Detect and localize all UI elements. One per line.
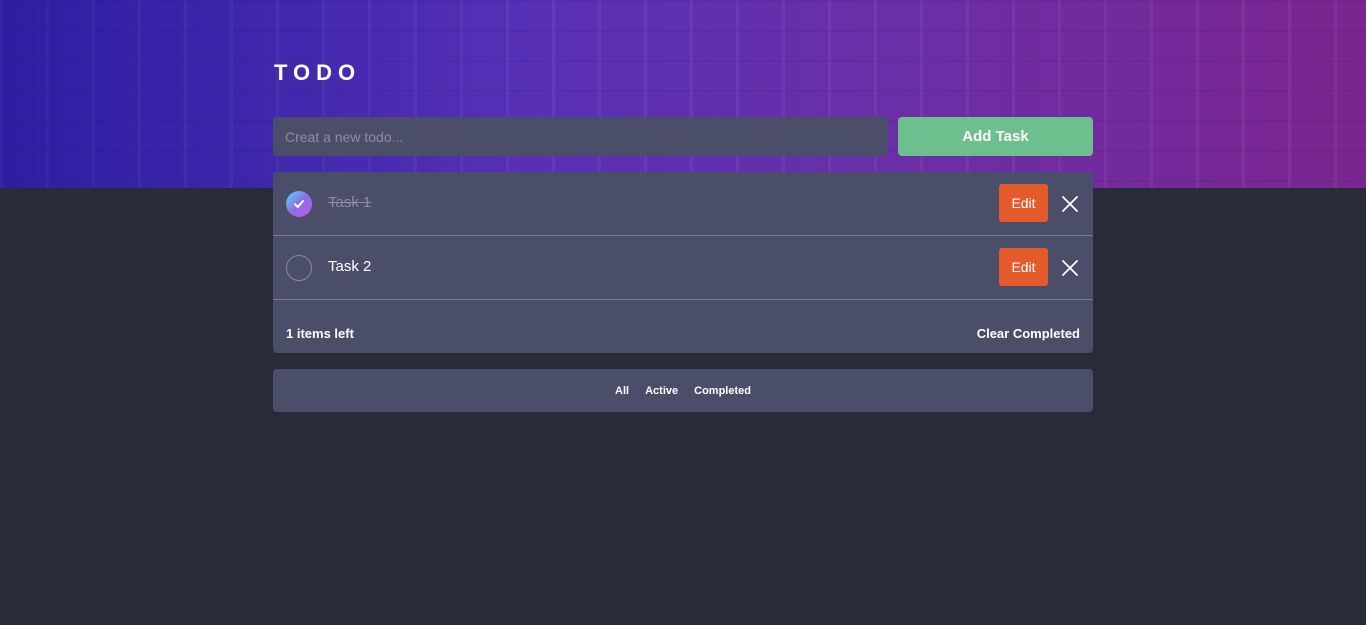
delete-button[interactable]: [1060, 258, 1080, 278]
items-left-count: 1 items left: [286, 326, 354, 341]
close-icon: [1062, 196, 1078, 212]
close-icon: [1062, 260, 1078, 276]
header-background-shade: [0, 0, 560, 188]
todo-list: Task 1 Edit Task 2 Edit 1 items left Cle…: [273, 172, 1093, 353]
todo-checkbox[interactable]: [286, 191, 312, 217]
page-title: TODO: [274, 60, 362, 85]
filter-completed[interactable]: Completed: [694, 385, 751, 397]
edit-button[interactable]: Edit: [999, 248, 1048, 286]
delete-button[interactable]: [1060, 194, 1080, 214]
todo-item: Task 1 Edit: [273, 172, 1093, 236]
header-background: [0, 0, 1366, 188]
filter-active[interactable]: Active: [645, 385, 678, 397]
filter-bar: All Active Completed: [273, 369, 1093, 412]
filter-all[interactable]: All: [615, 385, 629, 397]
todo-checkbox[interactable]: [286, 255, 312, 281]
todo-item: Task 2 Edit: [273, 236, 1093, 300]
check-icon: [294, 200, 304, 208]
todo-text: Task 2: [328, 258, 372, 275]
todo-text: Task 1: [328, 194, 372, 211]
new-todo-input[interactable]: [273, 117, 888, 156]
edit-button[interactable]: Edit: [999, 184, 1048, 222]
clear-completed-button[interactable]: Clear Completed: [977, 326, 1080, 341]
add-task-button[interactable]: Add Task: [898, 117, 1093, 156]
list-footer: 1 items left Clear Completed: [273, 300, 1093, 353]
